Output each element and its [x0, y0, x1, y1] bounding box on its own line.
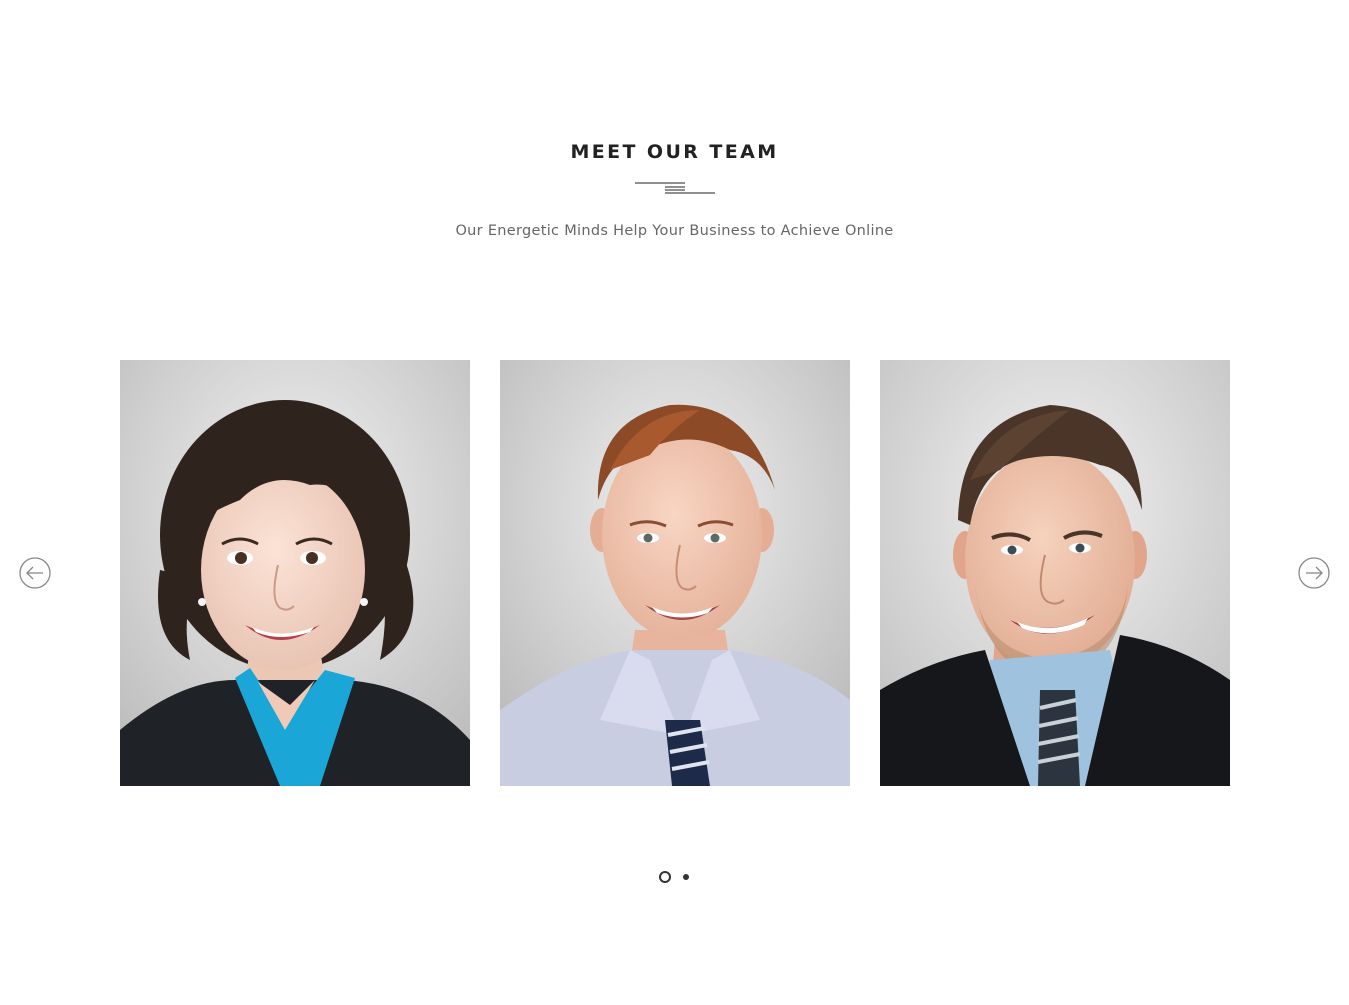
- woman-portrait-image: [120, 360, 470, 786]
- pagination-dot-1-active[interactable]: [659, 871, 671, 883]
- arrow-right-circle-icon: [1298, 557, 1330, 589]
- arrow-left-circle-icon: [19, 557, 51, 589]
- man-red-hair-portrait-image: [500, 360, 850, 786]
- section-subtitle: Our Energetic Minds Help Your Business t…: [455, 223, 894, 239]
- title-divider: [635, 182, 715, 194]
- section-title: MEET OUR TEAM: [570, 141, 779, 163]
- carousel-pagination: [659, 871, 699, 885]
- pagination-dot-2[interactable]: [683, 874, 689, 880]
- carousel-prev-button[interactable]: [19, 557, 51, 589]
- team-member-photo-1[interactable]: [120, 360, 470, 786]
- carousel-next-button[interactable]: [1298, 557, 1330, 589]
- man-beard-portrait-image: [880, 360, 1230, 786]
- team-member-photo-2[interactable]: [500, 360, 850, 786]
- team-carousel[interactable]: [120, 360, 1230, 786]
- team-section: MEET OUR TEAM Our Energetic Minds Help Y…: [0, 0, 1349, 1005]
- team-member-photo-3[interactable]: [880, 360, 1230, 786]
